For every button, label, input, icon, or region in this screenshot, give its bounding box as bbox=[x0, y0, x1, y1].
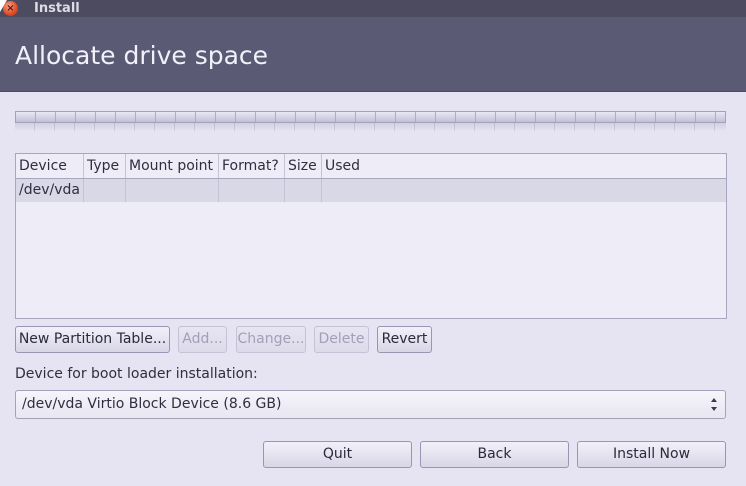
bootloader-device-select[interactable]: /dev/vda Virtio Block Device (8.6 GB) bbox=[15, 390, 726, 419]
window-title: Install bbox=[34, 1, 80, 16]
main-content: Device Type Mount point Format? Size Use… bbox=[0, 92, 746, 486]
back-button[interactable]: Back bbox=[420, 441, 569, 468]
new-partition-table-button[interactable]: New Partition Table... bbox=[15, 326, 170, 353]
table-row[interactable]: /dev/vda bbox=[16, 179, 726, 202]
column-header-mount-point[interactable]: Mount point bbox=[126, 154, 219, 178]
page-title: Allocate drive space bbox=[15, 41, 269, 70]
partition-bar-reflection bbox=[15, 123, 726, 131]
column-header-used[interactable]: Used bbox=[322, 154, 726, 178]
select-arrows-icon bbox=[711, 398, 718, 411]
cell-used bbox=[322, 179, 726, 202]
change-partition-button[interactable]: Change... bbox=[236, 326, 306, 353]
table-header: Device Type Mount point Format? Size Use… bbox=[16, 154, 726, 179]
cell-size bbox=[285, 179, 322, 202]
quit-button[interactable]: Quit bbox=[263, 441, 412, 468]
delete-partition-button[interactable]: Delete bbox=[314, 326, 369, 353]
cell-format bbox=[219, 179, 285, 202]
mouse-pointer-icon bbox=[0, 0, 7, 12]
add-partition-button[interactable]: Add... bbox=[178, 326, 227, 353]
column-header-format[interactable]: Format? bbox=[219, 154, 285, 178]
partition-table[interactable]: Device Type Mount point Format? Size Use… bbox=[15, 153, 727, 319]
page-header: Allocate drive space bbox=[0, 17, 746, 92]
cell-device: /dev/vda bbox=[16, 179, 84, 202]
bootloader-selected-value: /dev/vda Virtio Block Device (8.6 GB) bbox=[22, 396, 282, 412]
bootloader-label: Device for boot loader installation: bbox=[15, 366, 258, 382]
column-header-size[interactable]: Size bbox=[285, 154, 322, 178]
revert-button[interactable]: Revert bbox=[377, 326, 432, 353]
window-titlebar: × Install bbox=[0, 0, 746, 17]
partition-bar bbox=[15, 111, 726, 123]
cell-type bbox=[84, 179, 126, 202]
column-header-device[interactable]: Device bbox=[16, 154, 84, 178]
install-now-button[interactable]: Install Now bbox=[577, 441, 726, 468]
column-header-type[interactable]: Type bbox=[84, 154, 126, 178]
cell-mount-point bbox=[126, 179, 219, 202]
